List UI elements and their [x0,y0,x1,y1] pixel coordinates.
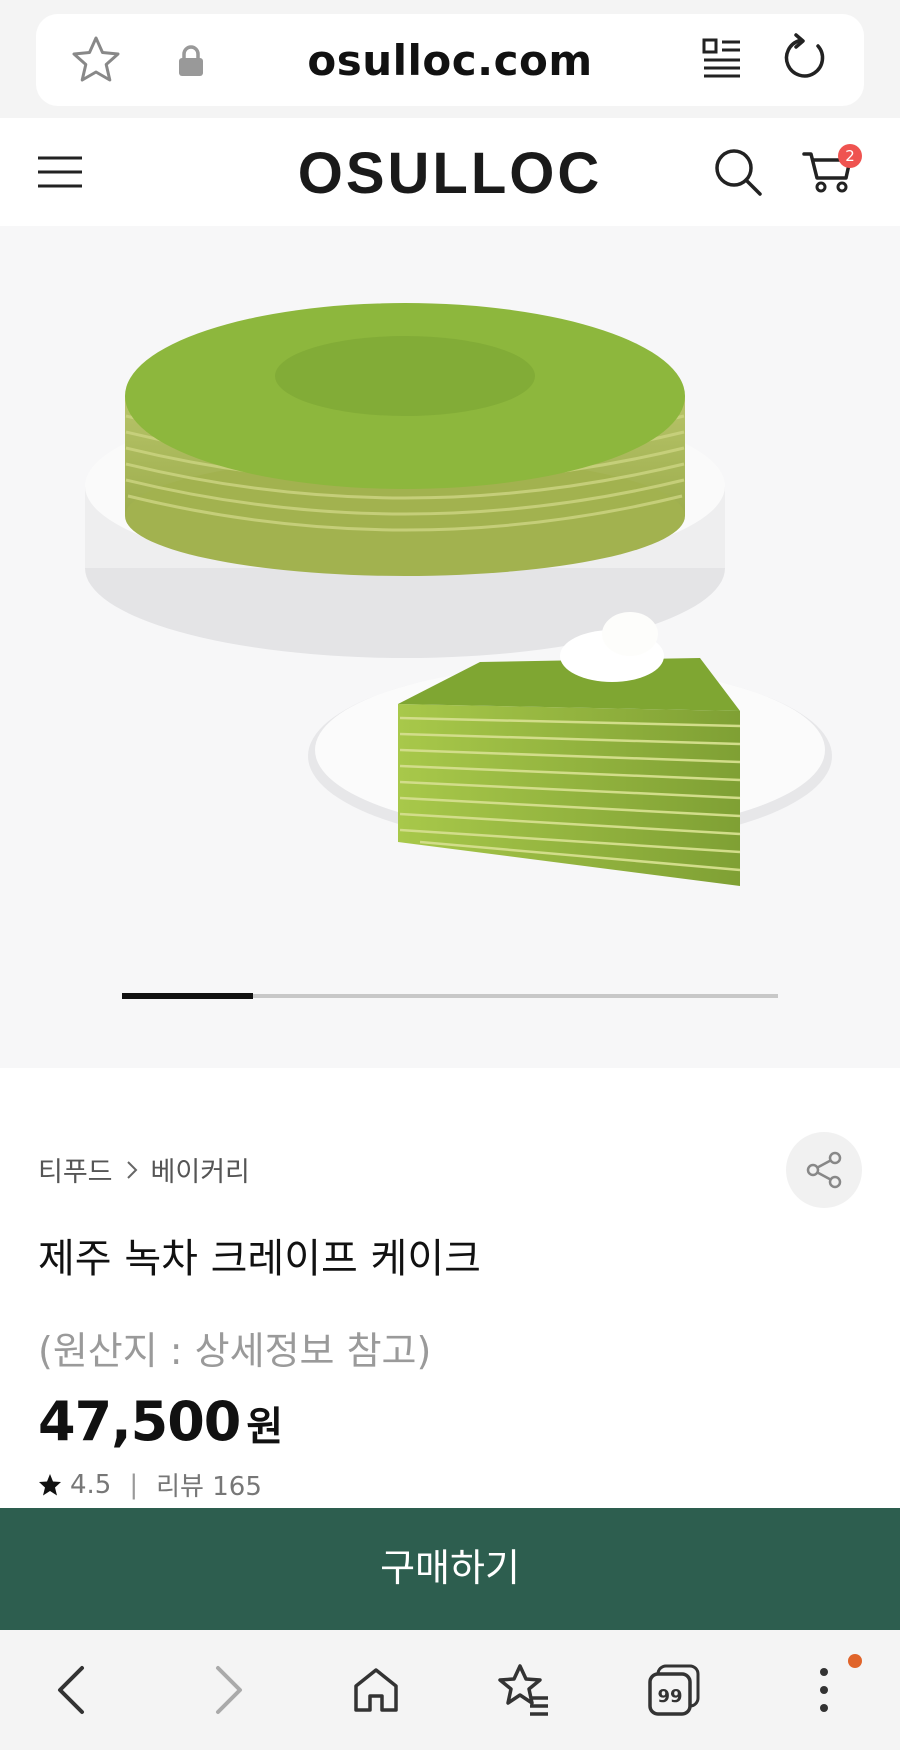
home-icon [354,1668,398,1712]
rating-star-icon [39,1473,61,1495]
search-icon[interactable] [712,146,764,198]
chevron-right-icon [126,1160,137,1179]
product-origin: (원산지 : 상세정보 참고) [38,1329,432,1373]
bookmarks-button[interactable] [492,1658,556,1722]
review-count[interactable]: 리뷰 165 [156,1466,262,1503]
breadcrumb-item-bakery[interactable]: 베이커리 [151,1150,250,1189]
tabs-icon: 99 [648,1664,700,1716]
rating-divider: | [129,1469,139,1500]
price-unit: 원 [246,1404,284,1450]
site-header: OSULLOC [0,118,900,226]
reader-mode-icon[interactable] [700,36,744,80]
forward-icon [216,1666,242,1714]
carousel-progress-fill [122,993,254,999]
breadcrumb: 티푸드 베이커리 [38,1150,250,1189]
back-icon [58,1666,84,1714]
back-button[interactable] [40,1658,104,1722]
browser-bottom-nav: 99 [0,1630,900,1750]
site-logo[interactable]: OSULLOC [0,140,900,207]
rating-summary[interactable]: 4.5 | 리뷰 165 [38,1466,262,1503]
buy-button[interactable]: 구매하기 [0,1508,900,1630]
rating-value: 4.5 [70,1469,112,1500]
carousel-progress [122,993,778,999]
product-info: 티푸드 베이커리 제주 녹차 크레이프 케이크 (원산지 : 상세정보 참고) … [0,1068,900,1508]
product-title: 제주 녹차 크레이프 케이크 [38,1236,481,1282]
share-button[interactable] [786,1132,862,1208]
product-image [85,303,832,886]
bookmarks-icon [498,1664,548,1716]
address-bar[interactable]: osulloc.com [36,14,864,106]
forward-button[interactable] [196,1658,260,1722]
notification-dot [848,1654,862,1668]
more-icon [820,1668,828,1712]
product-price: 47,500 원 [38,1390,283,1453]
product-image-carousel[interactable] [0,226,900,1068]
breadcrumb-item-tea-food[interactable]: 티푸드 [38,1150,113,1189]
browser-toolbar: osulloc.com [0,0,900,118]
price-value: 47,500 [38,1390,241,1453]
reload-icon[interactable] [778,32,830,84]
cart-count-badge: 2 [838,144,862,168]
more-menu-button[interactable] [792,1658,856,1722]
share-icon [806,1151,842,1189]
tabs-button[interactable]: 99 [642,1658,706,1722]
home-button[interactable] [344,1658,408,1722]
tabs-count: 99 [657,1686,682,1707]
